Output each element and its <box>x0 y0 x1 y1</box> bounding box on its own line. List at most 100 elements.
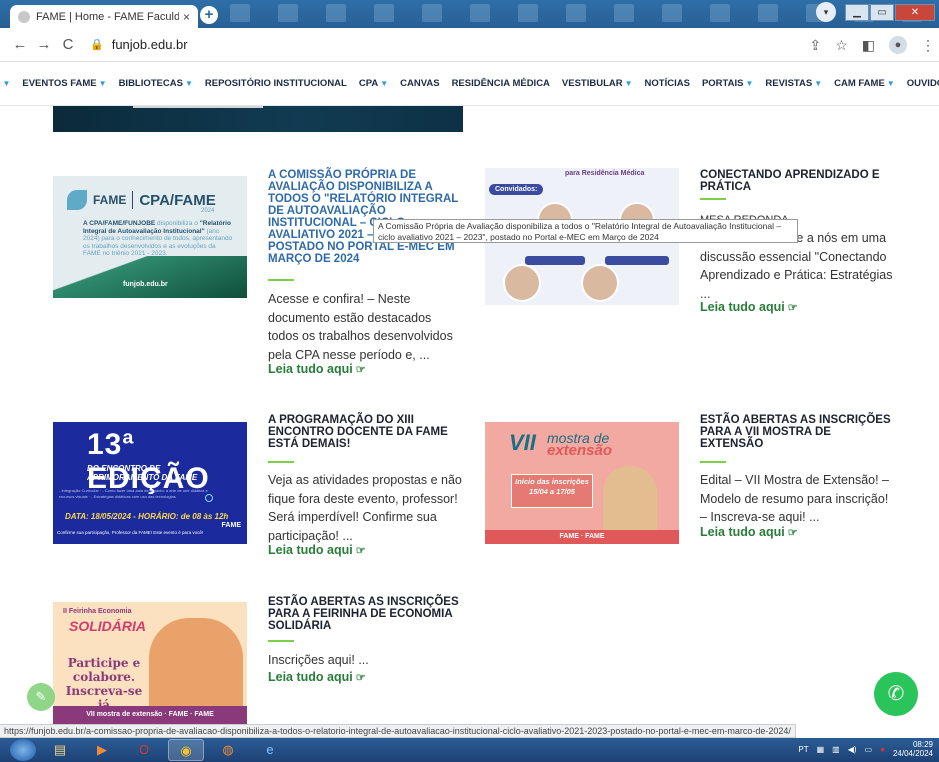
nav-item[interactable]: EVENTOS FAME ▼ <box>22 78 106 89</box>
address-bar: ← → C 🔒 funjob.edu.br ⇪ ☆ ◧ ● ⋮ <box>0 28 939 62</box>
thumb-extensao: extensão <box>547 442 613 459</box>
nav-item-label: OUVIDORIA <box>906 78 939 89</box>
thumb-subtitle: DO ENCONTRO DE APRIMORAMENTO DA FAME <box>87 464 198 482</box>
opera-icon[interactable]: O <box>126 739 162 761</box>
bookmark-star-icon[interactable]: ☆ <box>835 37 848 54</box>
post-thumbnail-13-edicao[interactable]: 13ª EDIÇÃO DO ENCONTRO DE APRIMORAMENTO D… <box>53 422 247 544</box>
post-title[interactable]: ESTÃO ABERTAS AS INSCRIÇÕES PARA A FEIRI… <box>268 596 463 632</box>
network-icon[interactable]: ▥ <box>832 745 840 754</box>
minimize-button[interactable]: ▁ <box>845 3 869 21</box>
hover-tooltip: A Comissão Própria de Avaliação disponib… <box>373 219 798 243</box>
pointing-hand-icon: ☞ <box>787 302 798 314</box>
thumb-footer-text: Confirme sua participação, Professor da … <box>57 530 204 535</box>
fame-logo-badge: FAME <box>221 522 241 529</box>
nav-item[interactable]: VESTIBULAR ▼ <box>562 78 633 89</box>
thumb-inscricoes-box: Início das inscrições 15/04 a 17/05 <box>511 474 593 508</box>
nav-item[interactable]: REVISTAS ▼ <box>765 78 822 89</box>
tab-title: FAME | Home - FAME Faculdade <box>36 10 179 23</box>
accessibility-float-icon[interactable]: ✎ <box>27 683 55 711</box>
nav-item[interactable]: CPA ▼ <box>359 78 388 89</box>
post-thumbnail-mostra-extensao[interactable]: VII mostra de extensão Início das inscri… <box>485 422 679 544</box>
nav-item[interactable]: BIBLIOTECAS ▼ <box>119 78 193 89</box>
read-more-link[interactable]: Leia tudo aqui ☞ <box>700 300 798 314</box>
reload-button[interactable]: C <box>56 36 80 53</box>
caret-down-icon: ▼ <box>745 79 754 88</box>
guest-photo <box>503 264 541 302</box>
nav-item[interactable]: NOTÍCIAS <box>645 78 690 89</box>
nav-item-label: REPOSITÓRIO INSTITUCIONAL <box>204 78 347 89</box>
nav-item-label: PORTAIS <box>701 78 744 89</box>
back-button[interactable]: ← <box>8 36 32 53</box>
title-underline <box>268 640 294 642</box>
profile-avatar-icon[interactable]: ● <box>889 36 907 54</box>
forward-button[interactable]: → <box>32 36 56 53</box>
nav-item[interactable]: CAM FAME ▼ <box>834 78 895 89</box>
nav-item[interactable]: PORTAIS ▼ <box>702 78 753 89</box>
fame-logo-icon <box>67 190 87 210</box>
thumb-top-text: para Residência Médica <box>565 170 645 177</box>
title-underline <box>700 461 726 463</box>
chrome-icon[interactable]: ◉ <box>168 739 204 761</box>
tab-close-icon[interactable]: × <box>183 10 190 24</box>
post-title[interactable]: CONECTANDO APRENDIZADO E PRÁTICA <box>700 169 895 193</box>
thumb-body-text: A CPA/FAME/FUNJOBE disponibiliza o "Rela… <box>83 220 233 257</box>
guest-photo <box>581 264 619 302</box>
whatsapp-icon[interactable]: ✆ <box>874 672 918 716</box>
file-explorer-icon[interactable]: ▤ <box>42 739 78 761</box>
tab-search-icon[interactable]: ▾ <box>816 2 836 22</box>
nav-item[interactable]: CIPA▼ <box>0 78 10 89</box>
pointing-hand-icon: ☞ <box>355 545 366 557</box>
post-excerpt: Acesse e confira! – Neste documento estã… <box>268 292 453 362</box>
clock[interactable]: 08:29 24/04/2024 <box>893 740 933 758</box>
favicon-icon <box>18 10 30 23</box>
antivirus-icon[interactable]: ● <box>880 745 885 754</box>
new-tab-button[interactable]: + <box>200 6 218 24</box>
decor-circle-icon <box>205 494 213 502</box>
nav-item-label: CPA <box>358 78 379 89</box>
browser-tab-active[interactable]: FAME | Home - FAME Faculdade × <box>10 5 198 28</box>
nav-item-label: NOTÍCIAS <box>644 78 690 89</box>
maximize-button[interactable]: ▭ <box>870 3 894 21</box>
thumb-text: Participe e colabore. Inscreva-se já <box>65 656 143 712</box>
post-title[interactable]: ESTÃO ABERTAS AS INSCRIÇÕES PARA A VII M… <box>700 414 895 450</box>
pointing-hand-icon: ☞ <box>355 364 366 376</box>
nav-item[interactable]: REPOSITÓRIO INSTITUCIONAL <box>205 78 347 89</box>
clock-time: 08:29 <box>912 740 933 749</box>
read-more-link[interactable]: Leia tudo aqui ☞ <box>268 670 366 684</box>
url-field[interactable]: funjob.edu.br <box>112 37 188 52</box>
display-icon[interactable]: ▭ <box>865 745 873 754</box>
media-player-icon[interactable]: ▶ <box>84 739 120 761</box>
post-title[interactable]: A COMISSÃO PRÓPRIA DE AVALIAÇÃO DISPONIB… <box>268 169 463 265</box>
volume-icon[interactable]: ◀) <box>848 745 857 754</box>
read-more-link[interactable]: Leia tudo aqui ☞ <box>268 362 366 376</box>
language-indicator[interactable]: PT <box>798 745 808 754</box>
close-window-button[interactable]: ✕ <box>895 3 935 21</box>
post-title[interactable]: A PROGRAMAÇÃO DO XIII ENCONTRO DOCENTE D… <box>268 414 463 450</box>
internet-explorer-icon[interactable]: e <box>252 739 288 761</box>
caret-down-icon: ▼ <box>184 79 193 88</box>
post-thumbnail-cpa[interactable]: FAME CPA/FAME 2024 A CPA/FAME/FUNJOBE di… <box>53 176 247 298</box>
nav-item-label: REVISTAS <box>765 78 813 89</box>
title-underline <box>268 461 294 463</box>
read-more-link[interactable]: Leia tudo aqui ☞ <box>268 543 366 557</box>
guest-name-tag <box>525 256 585 265</box>
post-thumbnail-feirinha[interactable]: II Feirinha Economia SOLIDÁRIA Participe… <box>53 602 247 724</box>
share-icon[interactable]: ⇪ <box>809 37 821 54</box>
nav-item-label: CANVAS <box>400 78 440 89</box>
thumb-topics: - Integração Curricular · - Como fazer u… <box>59 488 208 499</box>
nav-item[interactable]: OUVIDORIA <box>907 78 939 89</box>
menu-kebab-icon[interactable]: ⋮ <box>921 37 935 54</box>
nav-item-label: BIBLIOTECAS <box>118 78 183 89</box>
side-panel-icon[interactable]: ◧ <box>862 37 875 54</box>
clock-date: 24/04/2024 <box>892 749 933 758</box>
caret-down-icon: ▼ <box>380 79 389 88</box>
start-button[interactable] <box>10 739 36 761</box>
nav-item[interactable]: CANVAS <box>400 78 439 89</box>
keyboard-icon[interactable]: ▦ <box>817 745 825 754</box>
thumb-head: II Feirinha Economia <box>63 608 132 615</box>
lock-icon[interactable]: 🔒 <box>90 38 104 51</box>
nav-item[interactable]: RESIDÊNCIA MÉDICA <box>452 78 550 89</box>
read-more-link[interactable]: Leia tudo aqui ☞ <box>700 525 798 539</box>
firefox-icon[interactable]: ◍ <box>210 739 246 761</box>
thumb-cpa-text: CPA/FAME <box>139 191 216 209</box>
